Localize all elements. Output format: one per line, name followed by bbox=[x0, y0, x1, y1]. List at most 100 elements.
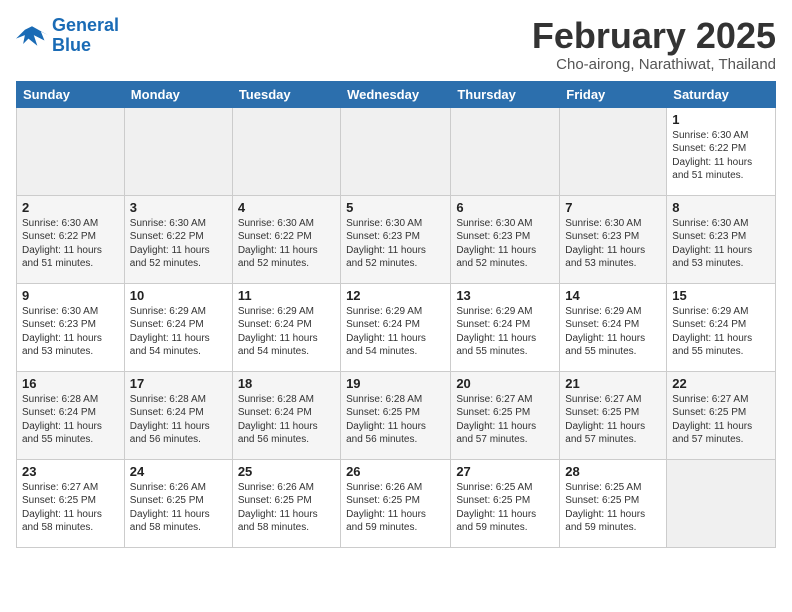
day-of-week-header: Friday bbox=[560, 81, 667, 107]
logo-icon bbox=[16, 22, 48, 50]
calendar-week-row: 16 Sunrise: 6:28 AM Sunset: 6:24 PM Dayli… bbox=[17, 371, 776, 459]
day-number: 10 bbox=[130, 288, 227, 303]
day-info: Sunrise: 6:29 AM Sunset: 6:24 PM Dayligh… bbox=[238, 305, 335, 359]
day-number: 27 bbox=[456, 464, 554, 479]
page-header: General Blue February 2025 Cho-airong, N… bbox=[16, 16, 776, 73]
day-number: 3 bbox=[130, 200, 227, 215]
day-info: Sunrise: 6:26 AM Sunset: 6:25 PM Dayligh… bbox=[238, 481, 335, 535]
logo: General Blue bbox=[16, 16, 119, 56]
day-number: 25 bbox=[238, 464, 335, 479]
day-number: 7 bbox=[565, 200, 661, 215]
calendar-cell: 21Sunrise: 6:27 AM Sunset: 6:25 PM Dayli… bbox=[560, 371, 667, 459]
day-of-week-header: Sunday bbox=[17, 81, 125, 107]
day-info: Sunrise: 6:27 AM Sunset: 6:25 PM Dayligh… bbox=[456, 393, 554, 447]
day-info: Sunrise: 6:26 AM Sunset: 6:25 PM Dayligh… bbox=[346, 481, 445, 535]
calendar-cell: 14 Sunrise: 6:29 AM Sunset: 6:24 PM Dayli… bbox=[560, 283, 667, 371]
day-info: Sunrise: 6:25 AM Sunset: 6:25 PM Dayligh… bbox=[565, 481, 661, 535]
day-info: Sunrise: 6:28 AM Sunset: 6:25 PM Dayligh… bbox=[346, 393, 445, 447]
day-info: Sunrise: 6:25 AM Sunset: 6:25 PM Dayligh… bbox=[456, 481, 554, 535]
calendar-week-row: 2 Sunrise: 6:30 AM Sunset: 6:22 PM Daylig… bbox=[17, 195, 776, 283]
day-number: 26 bbox=[346, 464, 445, 479]
day-number: 9 bbox=[22, 288, 119, 303]
day-number: 22 bbox=[672, 376, 770, 391]
calendar-table: SundayMondayTuesdayWednesdayThursdayFrid… bbox=[16, 81, 776, 548]
day-number: 15 bbox=[672, 288, 770, 303]
day-number: 18 bbox=[238, 376, 335, 391]
calendar-cell bbox=[232, 107, 340, 195]
calendar-cell: 11 Sunrise: 6:29 AM Sunset: 6:24 PM Dayli… bbox=[232, 283, 340, 371]
day-number: 24 bbox=[130, 464, 227, 479]
calendar-cell bbox=[341, 107, 451, 195]
calendar-week-row: 23Sunrise: 6:27 AM Sunset: 6:25 PM Dayli… bbox=[17, 459, 776, 547]
day-number: 12 bbox=[346, 288, 445, 303]
logo-text: General Blue bbox=[52, 16, 119, 56]
calendar-cell bbox=[560, 107, 667, 195]
calendar-cell: 3Sunrise: 6:30 AM Sunset: 6:22 PM Daylig… bbox=[124, 195, 232, 283]
calendar-cell: 9 Sunrise: 6:30 AM Sunset: 6:23 PM Daylig… bbox=[17, 283, 125, 371]
day-number: 28 bbox=[565, 464, 661, 479]
calendar-cell: 2 Sunrise: 6:30 AM Sunset: 6:22 PM Daylig… bbox=[17, 195, 125, 283]
day-number: 17 bbox=[130, 376, 227, 391]
day-number: 8 bbox=[672, 200, 770, 215]
day-info: Sunrise: 6:30 AM Sunset: 6:23 PM Dayligh… bbox=[565, 217, 661, 271]
calendar-cell bbox=[124, 107, 232, 195]
calendar-cell: 5 Sunrise: 6:30 AM Sunset: 6:23 PM Daylig… bbox=[341, 195, 451, 283]
day-info: Sunrise: 6:26 AM Sunset: 6:25 PM Dayligh… bbox=[130, 481, 227, 535]
day-of-week-header: Thursday bbox=[451, 81, 560, 107]
calendar-cell: 6 Sunrise: 6:30 AM Sunset: 6:23 PM Daylig… bbox=[451, 195, 560, 283]
day-info: Sunrise: 6:27 AM Sunset: 6:25 PM Dayligh… bbox=[672, 393, 770, 447]
day-number: 21 bbox=[565, 376, 661, 391]
day-info: Sunrise: 6:30 AM Sunset: 6:23 PM Dayligh… bbox=[456, 217, 554, 271]
day-number: 1 bbox=[672, 112, 770, 127]
day-info: Sunrise: 6:29 AM Sunset: 6:24 PM Dayligh… bbox=[672, 305, 770, 359]
calendar-cell: 24 Sunrise: 6:26 AM Sunset: 6:25 PM Dayli… bbox=[124, 459, 232, 547]
day-info: Sunrise: 6:27 AM Sunset: 6:25 PM Dayligh… bbox=[22, 481, 119, 535]
day-info: Sunrise: 6:28 AM Sunset: 6:24 PM Dayligh… bbox=[238, 393, 335, 447]
day-of-week-header: Tuesday bbox=[232, 81, 340, 107]
calendar-cell: 28 Sunrise: 6:25 AM Sunset: 6:25 PM Dayli… bbox=[560, 459, 667, 547]
day-info: Sunrise: 6:29 AM Sunset: 6:24 PM Dayligh… bbox=[565, 305, 661, 359]
day-number: 2 bbox=[22, 200, 119, 215]
calendar-cell: 19 Sunrise: 6:28 AM Sunset: 6:25 PM Dayli… bbox=[341, 371, 451, 459]
day-number: 13 bbox=[456, 288, 554, 303]
day-of-week-header: Saturday bbox=[667, 81, 776, 107]
calendar-cell: 4Sunrise: 6:30 AM Sunset: 6:22 PM Daylig… bbox=[232, 195, 340, 283]
day-number: 4 bbox=[238, 200, 335, 215]
calendar-cell: 1 Sunrise: 6:30 AM Sunset: 6:22 PM Daylig… bbox=[667, 107, 776, 195]
day-number: 20 bbox=[456, 376, 554, 391]
month-title: February 2025 bbox=[532, 16, 776, 56]
day-number: 5 bbox=[346, 200, 445, 215]
day-of-week-header: Monday bbox=[124, 81, 232, 107]
day-info: Sunrise: 6:29 AM Sunset: 6:24 PM Dayligh… bbox=[130, 305, 227, 359]
day-info: Sunrise: 6:28 AM Sunset: 6:24 PM Dayligh… bbox=[22, 393, 119, 447]
day-info: Sunrise: 6:29 AM Sunset: 6:24 PM Dayligh… bbox=[346, 305, 445, 359]
day-number: 19 bbox=[346, 376, 445, 391]
day-number: 11 bbox=[238, 288, 335, 303]
calendar-cell: 13 Sunrise: 6:29 AM Sunset: 6:24 PM Dayli… bbox=[451, 283, 560, 371]
title-area: February 2025 Cho-airong, Narathiwat, Th… bbox=[532, 16, 776, 73]
day-info: Sunrise: 6:30 AM Sunset: 6:23 PM Dayligh… bbox=[22, 305, 119, 359]
day-info: Sunrise: 6:30 AM Sunset: 6:22 PM Dayligh… bbox=[22, 217, 119, 271]
calendar-header-row: SundayMondayTuesdayWednesdayThursdayFrid… bbox=[17, 81, 776, 107]
day-of-week-header: Wednesday bbox=[341, 81, 451, 107]
calendar-cell: 18 Sunrise: 6:28 AM Sunset: 6:24 PM Dayli… bbox=[232, 371, 340, 459]
calendar-cell: 12 Sunrise: 6:29 AM Sunset: 6:24 PM Dayli… bbox=[341, 283, 451, 371]
calendar-week-row: 1 Sunrise: 6:30 AM Sunset: 6:22 PM Daylig… bbox=[17, 107, 776, 195]
calendar-body: 1 Sunrise: 6:30 AM Sunset: 6:22 PM Daylig… bbox=[17, 107, 776, 547]
day-info: Sunrise: 6:28 AM Sunset: 6:24 PM Dayligh… bbox=[130, 393, 227, 447]
calendar-cell: 25 Sunrise: 6:26 AM Sunset: 6:25 PM Dayli… bbox=[232, 459, 340, 547]
day-info: Sunrise: 6:30 AM Sunset: 6:22 PM Dayligh… bbox=[672, 129, 770, 183]
day-number: 6 bbox=[456, 200, 554, 215]
calendar-cell: 20 Sunrise: 6:27 AM Sunset: 6:25 PM Dayli… bbox=[451, 371, 560, 459]
day-info: Sunrise: 6:30 AM Sunset: 6:23 PM Dayligh… bbox=[672, 217, 770, 271]
calendar-week-row: 9 Sunrise: 6:30 AM Sunset: 6:23 PM Daylig… bbox=[17, 283, 776, 371]
calendar-cell: 27 Sunrise: 6:25 AM Sunset: 6:25 PM Dayli… bbox=[451, 459, 560, 547]
day-number: 14 bbox=[565, 288, 661, 303]
calendar-cell bbox=[667, 459, 776, 547]
calendar-cell: 23Sunrise: 6:27 AM Sunset: 6:25 PM Dayli… bbox=[17, 459, 125, 547]
day-number: 16 bbox=[22, 376, 119, 391]
calendar-cell bbox=[17, 107, 125, 195]
calendar-cell: 7 Sunrise: 6:30 AM Sunset: 6:23 PM Daylig… bbox=[560, 195, 667, 283]
day-info: Sunrise: 6:29 AM Sunset: 6:24 PM Dayligh… bbox=[456, 305, 554, 359]
day-info: Sunrise: 6:30 AM Sunset: 6:23 PM Dayligh… bbox=[346, 217, 445, 271]
